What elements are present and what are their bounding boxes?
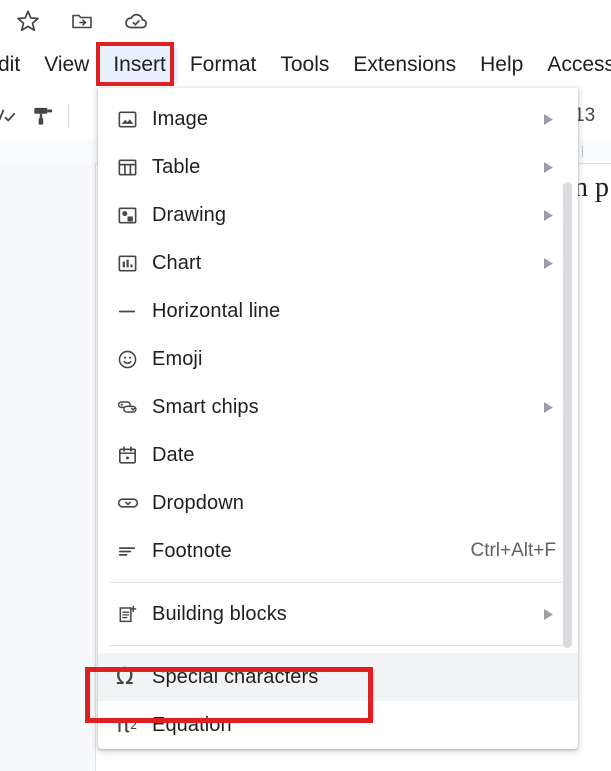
menu-item-label: Emoji [152, 347, 203, 370]
document-text: n p [574, 172, 609, 203]
cloud-saved-icon[interactable] [116, 1, 156, 41]
menu-item-label: Building blocks [152, 602, 287, 625]
spelling-check-icon[interactable] [0, 99, 20, 133]
menu-item-label: Chart [152, 251, 202, 274]
smart-chips-icon [116, 395, 152, 419]
menu-divider [110, 645, 566, 646]
building-blocks-icon [116, 603, 152, 626]
menu-item-shortcut: Ctrl+Alt+F [470, 540, 556, 561]
menu-help[interactable]: Help [468, 46, 535, 84]
menu-insert[interactable]: Insert [101, 46, 178, 84]
toolbar-divider [68, 104, 69, 128]
ruler-mark [582, 146, 583, 157]
menu-item-label: Horizontal line [152, 299, 281, 322]
menu-scrollbar[interactable] [563, 182, 572, 648]
chevron-right-icon [538, 113, 558, 126]
menu-item-building-blocks[interactable]: Building blocks [98, 590, 578, 638]
menu-tools[interactable]: Tools [268, 46, 341, 84]
menu-extensions[interactable]: Extensions [341, 46, 468, 84]
menu-item-label: Footnote [152, 539, 232, 562]
menu-item-date[interactable]: Date [98, 431, 578, 479]
move-folder-icon[interactable] [62, 1, 102, 41]
menu-item-label: Date [152, 443, 195, 466]
menu-item-label: Smart chips [152, 395, 259, 418]
drawing-icon [116, 204, 152, 227]
insert-dropdown-menu: Image Table Drawing Chart Horizontal lin… [98, 88, 578, 749]
menu-accessibility[interactable]: Access [535, 46, 611, 84]
chevron-right-icon [538, 401, 558, 414]
menu-item-drawing[interactable]: Drawing [98, 191, 578, 239]
menu-item-label: Special characters [152, 665, 319, 688]
dropdown-icon [116, 491, 152, 515]
menu-scrollbar-thumb[interactable] [563, 182, 572, 648]
star-icon[interactable] [8, 1, 48, 41]
menu-divider [110, 582, 566, 583]
menu-item-label: Image [152, 107, 209, 130]
menu-item-label: Drawing [152, 203, 227, 226]
table-icon [116, 156, 152, 179]
menu-edit[interactable]: dit [0, 46, 32, 84]
horizontal-line-icon [116, 300, 152, 323]
menu-item-label: Dropdown [152, 491, 244, 514]
menu-view[interactable]: View [32, 46, 101, 84]
menu-item-label: Table [152, 155, 201, 178]
omega-icon: Ω [116, 663, 134, 690]
menu-item-equation[interactable]: π2 Equation [98, 701, 578, 749]
menu-bar: dit View Insert Format Tools Extensions … [0, 42, 611, 88]
menu-item-table[interactable]: Table [98, 143, 578, 191]
date-icon [116, 444, 152, 467]
paint-format-icon[interactable] [26, 99, 60, 133]
chart-icon [116, 252, 152, 275]
footnote-icon [116, 540, 152, 563]
menu-item-label: Equation [152, 713, 232, 736]
menu-item-horizontal-line[interactable]: Horizontal line [98, 287, 578, 335]
menu-item-image[interactable]: Image [98, 95, 578, 143]
menu-item-special-characters[interactable]: Ω Special characters [98, 653, 578, 701]
menu-format[interactable]: Format [178, 46, 269, 84]
quick-access-icon-row [0, 0, 611, 42]
menu-item-dropdown[interactable]: Dropdown [98, 479, 578, 527]
menu-item-emoji[interactable]: Emoji [98, 335, 578, 383]
pi-squared-icon: π2 [116, 711, 138, 738]
image-icon [116, 108, 152, 131]
menu-item-footnote[interactable]: Footnote Ctrl+Alt+F [98, 527, 578, 575]
chevron-right-icon [538, 608, 558, 621]
chevron-right-icon [538, 209, 558, 222]
chevron-right-icon [538, 257, 558, 270]
menu-item-smart-chips[interactable]: Smart chips [98, 383, 578, 431]
menu-item-chart[interactable]: Chart [98, 239, 578, 287]
chevron-right-icon [538, 161, 558, 174]
emoji-icon [116, 348, 152, 371]
